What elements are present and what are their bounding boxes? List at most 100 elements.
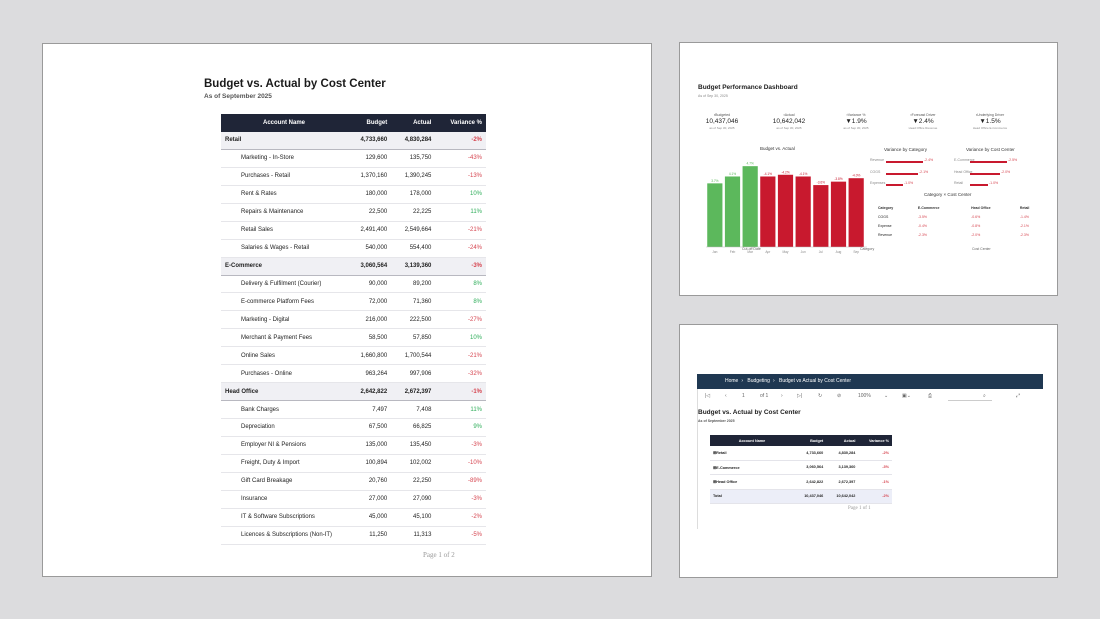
variance-cell: 8% <box>435 292 486 312</box>
breadcrumb-budgeting[interactable]: Budgeting <box>747 378 770 384</box>
variance-row[interactable]: Revenue -2.4% <box>870 158 950 165</box>
category-footer: Category <box>860 247 875 251</box>
col-account-name: Account Name <box>710 435 794 446</box>
actual-cell: 2,549,664 <box>391 221 436 240</box>
actual-cell: 4,830,284 <box>391 132 436 150</box>
col-budget: Budget <box>347 114 392 132</box>
variance-cell: -3% <box>435 490 486 509</box>
account-name-cell: ⊞Retail <box>710 446 794 461</box>
variance-label: Retail <box>954 181 963 185</box>
account-name-cell: Depreciation <box>221 418 347 437</box>
variance-cell: -1% <box>435 382 486 402</box>
next-page-icon[interactable]: › <box>781 393 783 399</box>
col-variance: Variance % <box>435 114 486 132</box>
chevron-right-icon: › <box>741 378 744 384</box>
page-number-input[interactable]: 1 <box>742 393 745 399</box>
kpi-card: ▪Variance % ▼1.9% as of Sep 30, 2025 <box>831 113 881 130</box>
actual-cell: 10,642,042 <box>826 489 859 504</box>
variance-cell: 9% <box>435 418 486 437</box>
table-row[interactable]: ⊞Retail 4,733,660 4,830,284 -2% <box>710 446 892 461</box>
table-row: Freight, Duty & Import 100,894 102,002 -10% <box>221 454 486 473</box>
zoom-select[interactable]: 100% <box>858 393 871 399</box>
back-icon[interactable]: ⊘ <box>837 393 841 399</box>
budget-cell: 10,437,046 <box>794 489 827 504</box>
variance-label: COGS <box>870 169 881 174</box>
kpi-value: ▼2.4% <box>912 118 934 125</box>
x-tick-label: Jul <box>819 250 823 254</box>
matrix-header: Category <box>878 205 894 210</box>
budget-cell: 45,000 <box>347 508 392 527</box>
page-indicator: Page 1 of 2 <box>423 551 455 559</box>
table-row: IT & Software Subscriptions 45,000 45,100-… <box>221 508 486 527</box>
viewer-page-indicator: Page 1 of 1 <box>848 506 871 511</box>
account-name-cell: Total <box>710 489 794 504</box>
account-name-cell: Retail Sales <box>221 221 347 240</box>
variance-row[interactable]: E-Commerce -2.5% <box>954 158 1034 165</box>
variance-row[interactable]: Retail -1.0% <box>954 181 1034 188</box>
fullscreen-icon[interactable]: ⤢ <box>1016 393 1020 399</box>
budget-cell: 3,060,564 <box>794 460 827 475</box>
table-row[interactable]: ⊞Head Office 2,642,822 2,672,397 -1% <box>710 474 892 490</box>
chevron-down-icon[interactable]: ⌄ <box>884 393 888 399</box>
print-icon[interactable]: ⎙ <box>928 393 932 399</box>
variance-row[interactable]: COGS -2.1% <box>870 170 950 177</box>
variance-value: -1.0% <box>904 181 914 185</box>
matrix-row: Revenue -2.3% -2.0% -2.3% <box>876 230 1046 239</box>
variance-row[interactable]: Expenses -1.0% <box>870 181 950 188</box>
variance-cell: -3% <box>435 436 486 455</box>
bar-aug[interactable] <box>830 181 847 247</box>
bar-jun[interactable] <box>795 176 811 247</box>
bar-feb[interactable] <box>724 176 741 247</box>
report-subtitle: As of September 2025 <box>204 93 272 100</box>
variance-row[interactable]: Head Office -2.0% <box>954 170 1034 177</box>
variance-cell: -21% <box>435 221 486 240</box>
group-row[interactable]: Retail 4,733,660 4,830,284 -2% <box>221 132 486 150</box>
variance-cell: -89% <box>435 472 486 491</box>
actual-cell: 66,825 <box>391 418 436 437</box>
refresh-icon[interactable]: ↻ <box>818 393 822 399</box>
budget-cell: 1,370,160 <box>347 167 392 186</box>
report-page-preview: Budget vs. Actual by Cost Center As of S… <box>42 43 652 577</box>
search-icon[interactable]: ⌕ <box>983 393 986 399</box>
first-page-icon[interactable]: |◁ <box>705 393 710 399</box>
bar-jul[interactable] <box>813 185 829 247</box>
variance-cell: 11% <box>435 203 486 222</box>
table-row[interactable]: ⊞E-Commerce 3,060,564 3,139,360 -3% <box>710 460 892 475</box>
matrix-value: -2.3% <box>917 232 928 237</box>
bar-may[interactable] <box>777 174 794 247</box>
variance-value: -2.4% <box>924 158 934 162</box>
bar-jan[interactable] <box>707 183 723 247</box>
variance-costcenter-title: Variance by Cost Center <box>966 147 1015 152</box>
bar-data-label: -4.1% <box>764 172 772 176</box>
variance-cell: -5% <box>435 526 486 545</box>
account-name-cell: Repairs & Maintenance <box>221 203 347 222</box>
prev-page-icon[interactable]: ‹ <box>725 393 727 399</box>
bar-apr[interactable] <box>760 176 776 247</box>
budget-cell: 2,642,822 <box>794 474 827 490</box>
bar-sep[interactable] <box>848 178 864 247</box>
account-name-cell: E-Commerce <box>221 257 347 276</box>
last-page-icon[interactable]: ▷| <box>797 393 802 399</box>
breadcrumb-home[interactable]: Home <box>725 378 738 384</box>
actual-cell: 2,672,397 <box>391 382 436 402</box>
actual-cell: 3,139,360 <box>391 257 436 276</box>
matrix-value: -2.1% <box>1019 223 1029 228</box>
variance-bar <box>886 184 903 186</box>
budget-actual-bar-chart: 3.7%Jan4.1%Feb4.7%Mar-4.1%Apr-4.2%May-4.… <box>706 162 867 254</box>
report-viewer-preview[interactable]: Home › Budgeting › Budget vs Actual by Cos… <box>679 324 1058 578</box>
group-row[interactable]: Head Office 2,642,822 2,672,397 -1% <box>221 382 486 402</box>
variance-value: -2.0% <box>1001 169 1011 174</box>
export-icon[interactable]: ▣⌄ <box>902 393 911 399</box>
report-title: Budget vs. Actual by Cost Center <box>204 78 386 90</box>
variance-cell: -1% <box>858 474 892 490</box>
dashboard-preview[interactable]: Budget Performance Dashboard As of Sep 3… <box>679 42 1058 296</box>
variance-label: Expenses <box>870 181 886 185</box>
actual-cell: 102,002 <box>391 454 436 473</box>
group-row[interactable]: E-Commerce 3,060,564 3,139,360 -3% <box>221 257 486 276</box>
bar-mar[interactable] <box>742 166 758 247</box>
kpi-note: as of Sep 30, 2025 <box>709 126 735 130</box>
matrix-value: -2.3% <box>1019 232 1029 237</box>
account-name-cell: Delivery & Fulfilment (Courier) <box>221 275 347 294</box>
col-variance: Variance % <box>858 435 892 446</box>
variance-cell: 10% <box>435 328 486 348</box>
